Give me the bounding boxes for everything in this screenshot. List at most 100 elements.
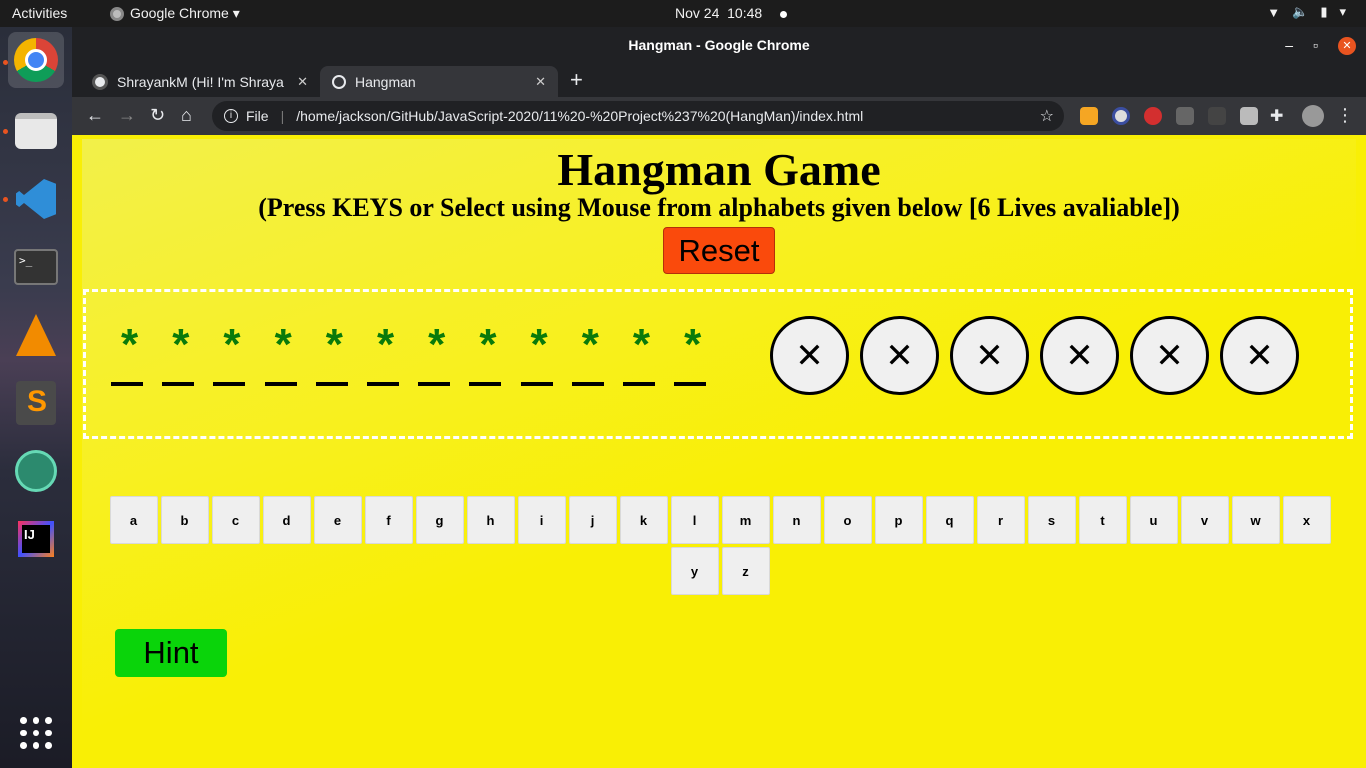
back-icon[interactable]: ← xyxy=(86,105,104,126)
life-x-icon: ✕ xyxy=(1040,316,1119,395)
letter-key[interactable]: y xyxy=(670,547,719,595)
maximize-icon[interactable]: ▫ xyxy=(1313,27,1318,64)
letter-key[interactable]: d xyxy=(262,496,311,544)
browser-window: Hangman - Google Chrome – ▫ ✕ ShrayankM … xyxy=(72,27,1366,768)
life-x-icon: ✕ xyxy=(1130,316,1209,395)
more-menu-icon[interactable]: ⋮ xyxy=(1336,105,1354,126)
letter-key[interactable]: v xyxy=(1180,496,1229,544)
letter-key[interactable]: f xyxy=(364,496,413,544)
activities-button[interactable]: Activities xyxy=(12,5,67,21)
letter-key[interactable]: r xyxy=(976,496,1025,544)
letter-key[interactable]: g xyxy=(415,496,464,544)
dock-intellij[interactable]: IJ xyxy=(8,511,64,567)
new-tab-button[interactable]: + xyxy=(570,67,583,93)
letter-slot: * xyxy=(155,322,206,402)
letter-key[interactable]: z xyxy=(721,547,770,595)
letter-slot: * xyxy=(667,322,718,402)
letter-slot: * xyxy=(462,322,513,402)
letter-key[interactable]: b xyxy=(160,496,209,544)
letter-slot: * xyxy=(309,322,360,402)
avatar[interactable] xyxy=(1302,105,1324,127)
intellij-icon: IJ xyxy=(18,521,54,557)
tab-hangman[interactable]: Hangman ✕ xyxy=(320,66,558,97)
hidden-letter: * xyxy=(376,320,395,369)
letter-key[interactable]: j xyxy=(568,496,617,544)
show-applications-button[interactable] xyxy=(8,705,64,761)
game-container: Hangman Game (Press KEYS or Select using… xyxy=(82,139,1356,759)
url-text[interactable]: /home/jackson/GitHub/JavaScript-2020/11%… xyxy=(296,108,863,124)
chevron-down-icon: ▾ xyxy=(1339,4,1346,19)
letter-key[interactable]: e xyxy=(313,496,362,544)
dock-vlc[interactable] xyxy=(8,307,64,363)
hint-button[interactable]: Hint xyxy=(115,629,227,677)
extension-icon[interactable] xyxy=(1144,107,1162,125)
tab-github[interactable]: ShrayankM (Hi! I'm Shraya ✕ xyxy=(80,66,320,97)
running-indicator xyxy=(3,197,8,202)
letter-key[interactable]: u xyxy=(1129,496,1178,544)
reload-icon[interactable]: ↻ xyxy=(150,105,165,126)
letter-key[interactable]: w xyxy=(1231,496,1280,544)
letter-underline xyxy=(111,382,143,386)
letter-key[interactable]: o xyxy=(823,496,872,544)
letter-slot: * xyxy=(411,322,462,402)
home-icon[interactable]: ⌂ xyxy=(181,105,192,126)
extension-icon[interactable] xyxy=(1240,107,1258,125)
extension-icon[interactable] xyxy=(1208,107,1226,125)
hidden-letter: * xyxy=(479,320,497,369)
extension-icon[interactable] xyxy=(1176,107,1194,125)
app-menu[interactable]: Google Chrome ▾ xyxy=(110,5,240,22)
hidden-letter: * xyxy=(121,320,139,369)
clock[interactable]: Nov 24 10:48 xyxy=(675,5,788,21)
letter-key[interactable]: a xyxy=(109,496,158,544)
letter-key[interactable]: q xyxy=(925,496,974,544)
keyboard-row: abcdefghijklmnopqrstuvwx xyxy=(105,496,1335,544)
extension-icon[interactable] xyxy=(1080,107,1098,125)
letter-key[interactable]: h xyxy=(466,496,515,544)
puzzle-icon[interactable]: ✚ xyxy=(1270,106,1283,126)
hidden-letter: * xyxy=(632,320,651,369)
extension-icon[interactable] xyxy=(1112,107,1130,125)
dock-files[interactable] xyxy=(8,103,64,159)
bookmark-star-icon[interactable]: ☆ xyxy=(1040,106,1054,126)
dock-chrome[interactable] xyxy=(8,32,64,88)
letter-key[interactable]: p xyxy=(874,496,923,544)
letter-key[interactable]: i xyxy=(517,496,566,544)
reset-button[interactable]: Reset xyxy=(663,227,775,274)
close-tab-icon[interactable]: ✕ xyxy=(297,74,308,90)
vscode-icon xyxy=(16,179,56,219)
letter-key[interactable]: k xyxy=(619,496,668,544)
letter-key[interactable]: s xyxy=(1027,496,1076,544)
close-window-icon[interactable]: ✕ xyxy=(1338,36,1356,55)
dock-terminal[interactable]: >_ xyxy=(8,239,64,295)
letter-slot: * xyxy=(565,322,616,402)
letter-keyboard: abcdefghijklmnopqrstuvwxyz xyxy=(105,496,1335,598)
forward-icon[interactable]: → xyxy=(118,105,136,126)
dock-sublime[interactable] xyxy=(8,375,64,431)
letter-underline xyxy=(622,382,655,386)
system-tray[interactable]: ▼ 🔈 ▮ ▾ xyxy=(1267,4,1346,20)
info-icon[interactable]: i xyxy=(224,109,238,123)
close-tab-icon[interactable]: ✕ xyxy=(535,74,546,90)
chrome-small-icon xyxy=(110,6,124,21)
letter-key[interactable]: c xyxy=(211,496,260,544)
life-x-icon: ✕ xyxy=(770,316,849,395)
running-indicator xyxy=(3,129,8,134)
game-board: * * * * * * * * * * * * ✕ ✕ ✕ ✕ ✕ ✕ xyxy=(83,289,1353,439)
dock-atom[interactable] xyxy=(8,443,64,499)
dock-vscode[interactable] xyxy=(8,171,64,227)
letter-key[interactable]: m xyxy=(721,496,770,544)
letter-key[interactable]: l xyxy=(670,496,719,544)
letter-key[interactable]: t xyxy=(1078,496,1127,544)
system-top-bar: Activities Google Chrome ▾ Nov 24 10:48 … xyxy=(0,0,1366,27)
minimize-icon[interactable]: – xyxy=(1285,27,1293,64)
github-icon xyxy=(92,73,108,90)
letter-slot: * xyxy=(206,322,257,402)
keyboard-row: yz xyxy=(105,547,1335,595)
tab-label: ShrayankM (Hi! I'm Shraya xyxy=(117,73,284,90)
address-bar[interactable]: i File | /home/jackson/GitHub/JavaScript… xyxy=(212,101,1064,131)
running-indicator xyxy=(3,60,8,65)
hidden-letter: * xyxy=(530,320,548,369)
letter-slot: * xyxy=(616,322,667,402)
letter-key[interactable]: x xyxy=(1282,496,1331,544)
letter-key[interactable]: n xyxy=(772,496,821,544)
